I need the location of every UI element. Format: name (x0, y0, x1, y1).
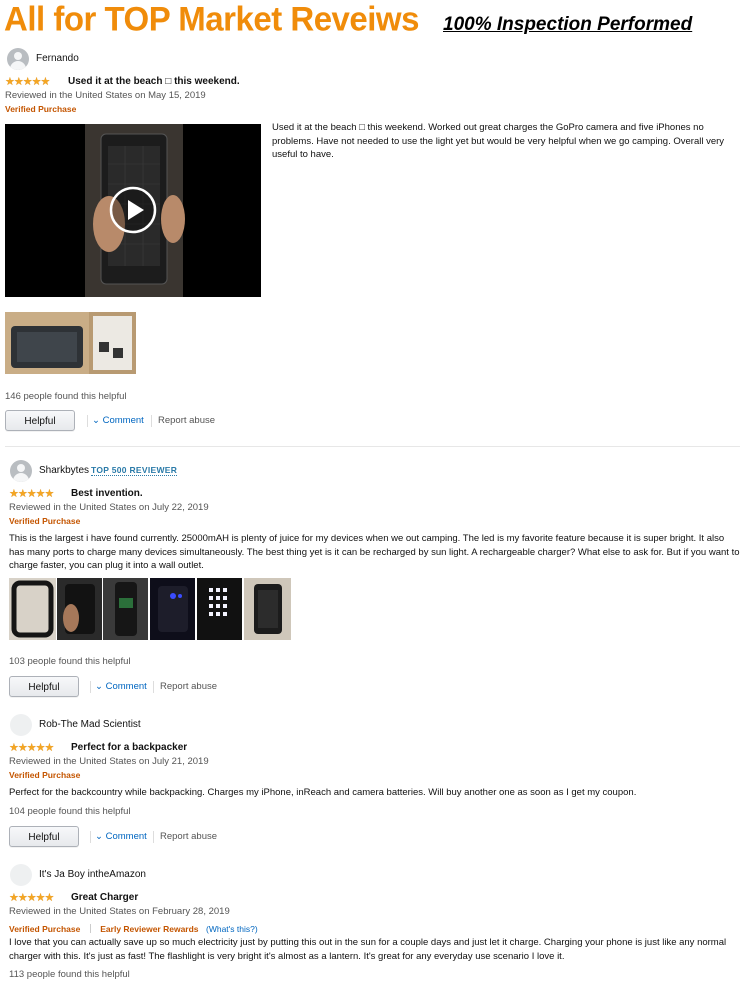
chevron-down-icon: ⌄ (95, 681, 103, 692)
review-video[interactable] (5, 124, 261, 297)
report-abuse-link[interactable]: Report abuse (160, 681, 217, 692)
review-image[interactable] (244, 578, 291, 640)
avatar[interactable] (10, 864, 32, 886)
report-abuse-link[interactable]: Report abuse (158, 415, 215, 426)
review-image[interactable] (197, 578, 242, 640)
comment-label: Comment (102, 415, 144, 426)
reviewer-name[interactable]: It's Ja Boy intheAmazon (39, 869, 146, 880)
chevron-down-icon: ⌄ (92, 415, 100, 426)
helpful-count: 146 people found this helpful (5, 391, 127, 402)
banner-title: All for TOP Market Reveiws (4, 0, 419, 38)
comment-link[interactable]: ⌄ Comment (92, 415, 144, 426)
divider (90, 681, 91, 693)
divider (90, 831, 91, 843)
review-body: I love that you can actually save up so … (9, 937, 727, 962)
comment-label: Comment (105, 681, 147, 692)
verified-purchase-badge: Verified Purchase (9, 516, 81, 526)
verified-purchase-badge: Verified Purchase (5, 104, 77, 114)
play-icon[interactable] (109, 186, 157, 234)
review-title[interactable]: Best invention. (71, 488, 143, 499)
banner-subtitle: 100% Inspection Performed (443, 14, 693, 35)
avatar[interactable] (7, 48, 29, 70)
reviewer-name[interactable]: Fernando (36, 53, 79, 64)
chevron-down-icon: ⌄ (95, 831, 103, 842)
review-separator (5, 446, 740, 447)
comment-link[interactable]: ⌄ Comment (95, 831, 147, 842)
review-body: Used it at the beach □ this weekend. Wor… (272, 122, 725, 160)
review-body: This is the largest i have found current… (9, 533, 740, 571)
helpful-button[interactable]: Helpful (9, 676, 79, 697)
top-reviewer-badge[interactable]: TOP 500 REVIEWER (91, 465, 178, 476)
review-body: Perfect for the backcountry while backpa… (9, 787, 637, 798)
review-date: Reviewed in the United States on Februar… (9, 906, 230, 917)
comment-label: Comment (105, 831, 147, 842)
whats-this-link[interactable]: (What's this?) (206, 924, 258, 934)
avatar[interactable] (10, 460, 32, 482)
review-date: Reviewed in the United States on May 15,… (5, 90, 206, 101)
verified-purchase-badge: Verified Purchase (9, 770, 81, 780)
report-abuse-link[interactable]: Report abuse (160, 831, 217, 842)
review-date: Reviewed in the United States on July 21… (9, 756, 209, 767)
verified-purchase-badge: Verified Purchase (9, 924, 81, 934)
helpful-button[interactable]: Helpful (5, 410, 75, 431)
reviewer-name[interactable]: Rob-The Mad Scientist (39, 719, 141, 730)
review-title[interactable]: Used it at the beach □ this weekend. (68, 76, 240, 87)
review-image[interactable] (103, 578, 148, 640)
review-image[interactable] (5, 312, 89, 374)
helpful-count: 113 people found this helpful (9, 969, 130, 980)
review-title[interactable]: Great Charger (71, 892, 138, 903)
star-rating[interactable]: ★★★★★ (5, 75, 50, 88)
badges-row: Verified Purchase Early Reviewer Rewards… (9, 919, 258, 937)
divider (153, 681, 154, 693)
avatar[interactable] (10, 714, 32, 736)
star-rating[interactable]: ★★★★★ (9, 891, 54, 904)
early-reviewer-badge: Early Reviewer Rewards (100, 924, 199, 934)
reviewer-name[interactable]: Sharkbytes (39, 465, 89, 476)
review-image[interactable] (150, 578, 195, 640)
helpful-button[interactable]: Helpful (9, 826, 79, 847)
star-rating[interactable]: ★★★★★ (9, 487, 54, 500)
review-title[interactable]: Perfect for a backpacker (71, 742, 187, 753)
helpful-count: 104 people found this helpful (9, 806, 131, 817)
divider (89, 924, 91, 933)
divider (87, 415, 88, 427)
review-image[interactable] (89, 312, 136, 374)
review-image[interactable] (9, 578, 56, 640)
review-image[interactable] (57, 578, 102, 640)
divider (151, 415, 152, 427)
divider (153, 831, 154, 843)
helpful-count: 103 people found this helpful (9, 656, 131, 667)
comment-link[interactable]: ⌄ Comment (95, 681, 147, 692)
star-rating[interactable]: ★★★★★ (9, 741, 54, 754)
review-date: Reviewed in the United States on July 22… (9, 502, 209, 513)
